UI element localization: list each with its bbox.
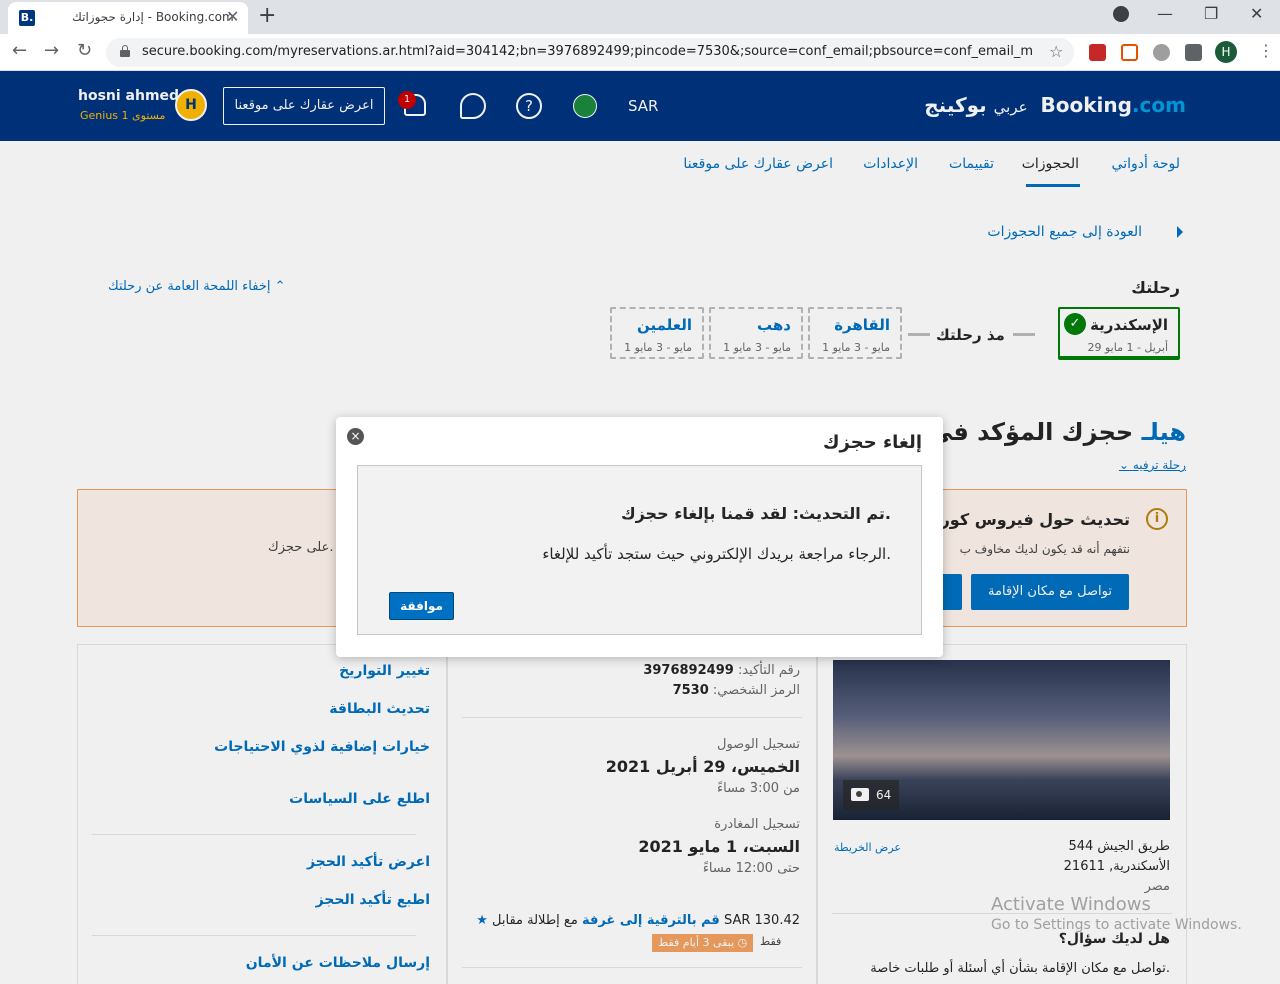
- address-bar[interactable]: secure.booking.com/myreservations.ar.htm…: [106, 38, 1074, 67]
- reload-icon[interactable]: ↻: [77, 40, 92, 61]
- tab-close-icon[interactable]: ✕: [226, 7, 239, 26]
- tab-title: إدارة حجوزاتك - Booking.com: [72, 10, 234, 24]
- menu-kebab-icon[interactable]: ⋮: [1258, 41, 1274, 60]
- tab-search-icon[interactable]: [1113, 6, 1129, 22]
- dialog-heading: تم التحديث: لقد قمنا بإلغاء حجزك.: [620, 504, 891, 523]
- booking-favicon-icon: B.: [19, 10, 35, 26]
- lock-icon: [120, 45, 130, 57]
- new-tab-icon[interactable]: +: [258, 3, 276, 28]
- restore-icon[interactable]: ❐: [1204, 4, 1218, 23]
- dialog-body: الرجاء مراجعة بريدك الإلكتروني حيث ستجد …: [542, 545, 891, 563]
- cancel-booking-dialog: × إلغاء حجزك تم التحديث: لقد قمنا بإلغاء…: [336, 417, 943, 657]
- pdf-extension-icon[interactable]: [1089, 44, 1106, 61]
- back-icon[interactable]: ←: [12, 40, 27, 61]
- ok-button[interactable]: موافقة: [389, 592, 454, 620]
- extensions-puzzle-icon[interactable]: [1185, 44, 1202, 61]
- browser-toolbar: ← → ↻ secure.booking.com/myreservations.…: [0, 34, 1280, 71]
- bookmark-star-icon[interactable]: ☆: [1049, 42, 1063, 61]
- dialog-message-box: تم التحديث: لقد قمنا بإلغاء حجزك. الرجاء…: [357, 465, 922, 635]
- profile-avatar[interactable]: H: [1215, 41, 1237, 63]
- window-close-icon[interactable]: ✕: [1250, 4, 1263, 23]
- dialog-title: إلغاء حجزك: [823, 432, 922, 453]
- coupon-extension-icon[interactable]: [1121, 44, 1138, 61]
- browser-tabbar: B. إدارة حجوزاتك - Booking.com ✕ + — ❐ ✕: [0, 0, 1280, 34]
- url-text: secure.booking.com/myreservations.ar.htm…: [142, 44, 1032, 59]
- dialog-close-icon[interactable]: ×: [347, 428, 364, 445]
- record-extension-icon[interactable]: [1153, 44, 1170, 61]
- browser-tab[interactable]: B. إدارة حجوزاتك - Booking.com ✕: [8, 2, 248, 34]
- minimize-icon[interactable]: —: [1157, 4, 1173, 23]
- forward-icon[interactable]: →: [44, 40, 59, 61]
